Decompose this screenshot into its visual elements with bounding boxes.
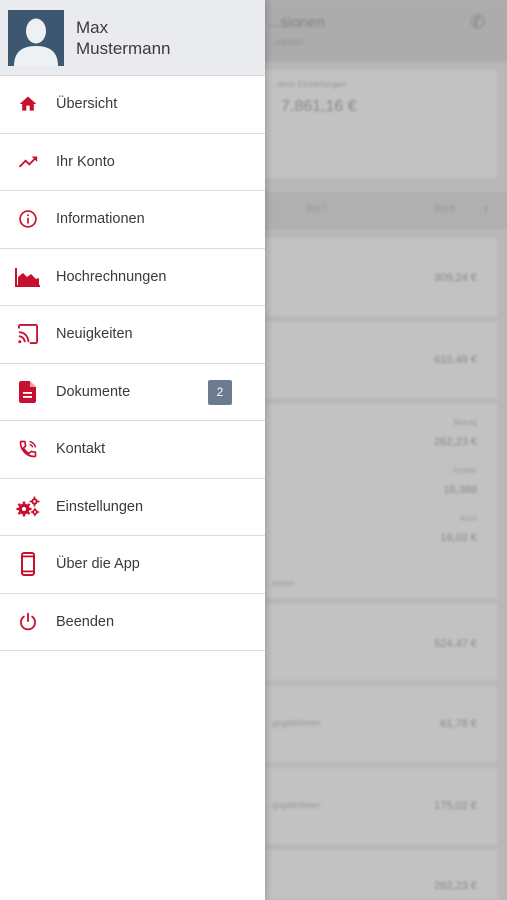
menu-item-ihr-konto[interactable]: Ihr Konto (0, 134, 265, 191)
menu-item-label: Hochrechnungen (56, 268, 167, 285)
area-chart-icon (0, 267, 56, 287)
menu-item-ueber-die-app[interactable]: Über die App (0, 536, 265, 594)
menu-item-label: Neuigkeiten (56, 326, 133, 343)
menu-item-neuigkeiten[interactable]: Neuigkeiten (0, 306, 265, 364)
menu-item-hochrechnungen[interactable]: Hochrechnungen (0, 249, 265, 306)
home-icon (0, 94, 56, 114)
menu-item-beenden[interactable]: Beenden (0, 594, 265, 651)
menu-item-kontakt[interactable]: Kontakt (0, 421, 265, 479)
menu-item-label: Dokumente (56, 383, 131, 400)
user-name: Max Mustermann (76, 17, 216, 59)
user-first-name: Max (76, 17, 109, 37)
avatar[interactable] (8, 9, 64, 66)
user-last-name: Mustermann (76, 38, 171, 58)
menu-item-label: Kontakt (56, 441, 106, 458)
menu-item-einstellungen[interactable]: Einstellungen (0, 479, 265, 536)
drawer-header: Max Mustermann (0, 0, 265, 76)
gears-icon (0, 496, 56, 518)
power-icon (0, 612, 56, 632)
menu-item-uebersicht[interactable]: Übersicht (0, 76, 265, 134)
user-silhouette-icon (8, 9, 64, 66)
documents-count-badge: 2 (208, 379, 232, 405)
menu-item-label: Einstellungen (56, 498, 144, 515)
menu-item-label: Über die App (56, 556, 140, 573)
trending-up-icon (0, 151, 56, 173)
menu-item-label: Ihr Konto (56, 153, 115, 170)
menu-item-dokumente[interactable]: Dokumente 2 (0, 364, 265, 421)
navigation-drawer: Max Mustermann Übersicht Ihr Konto Infor… (0, 0, 265, 900)
document-icon (0, 380, 56, 403)
phone-icon (0, 439, 56, 459)
cast-icon (0, 324, 56, 345)
smartphone-icon (0, 552, 56, 577)
info-icon (0, 209, 56, 229)
menu-item-informationen[interactable]: Informationen (0, 191, 265, 249)
menu-item-label: Informationen (56, 211, 145, 228)
menu-item-label: Übersicht (56, 96, 118, 113)
menu-item-label: Beenden (56, 613, 115, 630)
